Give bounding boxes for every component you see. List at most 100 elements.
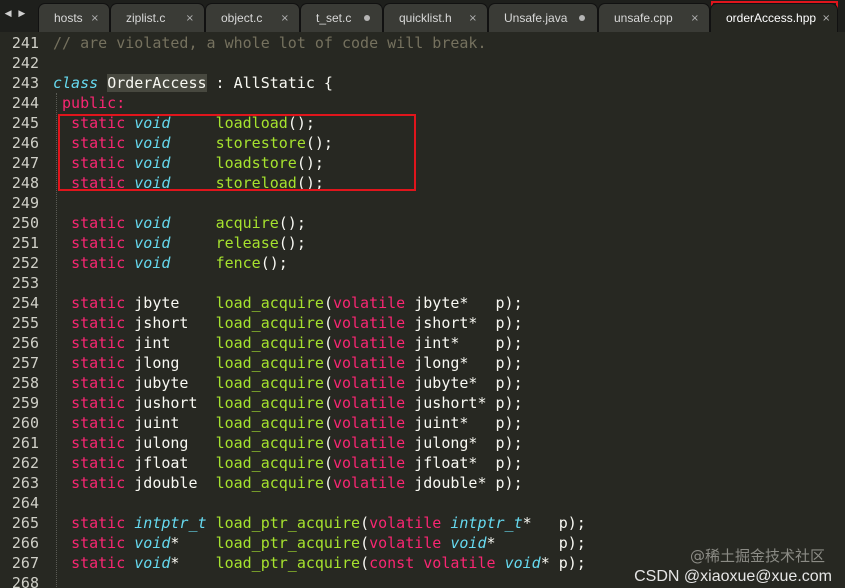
- code-text: static jint load_acquire(volatile jint* …: [53, 333, 523, 353]
- tab-label: quicklist.h: [399, 11, 452, 25]
- code-text: static void* load_ptr_acquire(volatile v…: [53, 533, 586, 553]
- close-icon[interactable]: ×: [186, 13, 194, 24]
- code-token: load_acquire: [215, 294, 324, 312]
- close-icon[interactable]: ×: [469, 13, 477, 24]
- tab-orderaccess-hpp[interactable]: orderAccess.hpp ×: [710, 3, 838, 32]
- code-token: load_acquire: [215, 394, 324, 412]
- code-token: load_acquire: [215, 474, 324, 492]
- code-token: jint: [125, 334, 216, 352]
- code-token: *: [170, 554, 216, 572]
- code-token: load_acquire: [215, 334, 324, 352]
- code-token: (: [323, 474, 333, 492]
- code-text: static void release();: [53, 233, 306, 253]
- line-number: 250: [11, 214, 39, 232]
- code-token: void: [134, 214, 171, 232]
- code-token: (: [360, 534, 370, 552]
- tab-unsafe-java[interactable]: Unsafe.java: [488, 3, 598, 32]
- code-token: static: [71, 454, 126, 472]
- code-token: julong: [125, 434, 216, 452]
- code-token: jubyte: [125, 374, 216, 392]
- code-token: load_acquire: [215, 454, 324, 472]
- code-token: static: [71, 334, 126, 352]
- tab-nav-arrows-icon[interactable]: ◀ ▶: [0, 5, 32, 27]
- tab-unsafe-cpp[interactable]: unsafe.cpp ×: [598, 3, 710, 32]
- code-token: void: [134, 534, 171, 552]
- tab-t-set-c[interactable]: t_set.c: [300, 3, 383, 32]
- code-token: static: [71, 254, 126, 272]
- code-text: static jdouble load_acquire(volatile jdo…: [53, 473, 523, 493]
- code-token: (: [360, 554, 370, 572]
- code-token: static: [71, 434, 126, 452]
- code-token: // are violated, a whole lot of code wil…: [53, 34, 487, 52]
- code-line: 263 static jdouble load_acquire(volatile…: [0, 473, 845, 493]
- close-icon[interactable]: ×: [691, 13, 699, 24]
- code-line: 262 static jfloat load_acquire(volatile …: [0, 453, 845, 473]
- code-line: 244 public:: [0, 93, 845, 113]
- line-number: 253: [11, 274, 39, 292]
- code-token: jshort: [125, 314, 216, 332]
- code-text: class OrderAccess : AllStatic {: [53, 73, 333, 93]
- code-token: static: [71, 354, 126, 372]
- code-line: 241 // are violated, a whole lot of code …: [0, 33, 845, 53]
- code-line: 243 class OrderAccess : AllStatic {: [0, 73, 845, 93]
- code-text: public:: [53, 93, 125, 113]
- code-highlight-box: [58, 114, 416, 191]
- code-token: void: [504, 554, 541, 572]
- line-number: 267: [11, 554, 39, 572]
- code-token: load_ptr_acquire: [215, 554, 361, 572]
- tab-hosts[interactable]: hosts ×: [38, 3, 110, 32]
- line-number: 247: [11, 154, 39, 172]
- code-token: volatile: [332, 434, 406, 452]
- code-token: jint* p);: [405, 334, 523, 352]
- code-token: jbyte: [125, 294, 216, 312]
- close-icon[interactable]: ×: [91, 13, 99, 24]
- code-token: volatile: [332, 354, 406, 372]
- unsaved-dot-icon[interactable]: [364, 15, 370, 21]
- code-token: static: [71, 414, 126, 432]
- code-token: release: [215, 234, 279, 252]
- code-token: jushort: [125, 394, 216, 412]
- line-number: 257: [11, 354, 39, 372]
- code-token: jdouble: [125, 474, 216, 492]
- code-token: julong* p);: [405, 434, 523, 452]
- close-icon[interactable]: ×: [281, 13, 289, 24]
- line-number: 262: [11, 454, 39, 472]
- tab-quicklist-h[interactable]: quicklist.h ×: [383, 3, 488, 32]
- code-line: 260 static juint load_acquire(volatile j…: [0, 413, 845, 433]
- code-token: load_ptr_acquire: [215, 514, 361, 532]
- code-token: juint* p);: [405, 414, 523, 432]
- code-token: load_acquire: [215, 354, 324, 372]
- code-token: static: [71, 234, 126, 252]
- code-text: // are violated, a whole lot of code wil…: [53, 33, 486, 53]
- tab-label: t_set.c: [316, 11, 352, 25]
- code-token: volatile: [369, 534, 442, 552]
- tab-label: ziplist.c: [126, 11, 166, 25]
- code-token: intptr_t: [134, 514, 207, 532]
- line-number: 255: [11, 314, 39, 332]
- code-token: volatile: [369, 514, 442, 532]
- code-token: load_acquire: [215, 414, 324, 432]
- code-token: static: [71, 474, 126, 492]
- code-token: class: [53, 74, 99, 92]
- line-number: 248: [11, 174, 39, 192]
- code-token: (: [323, 334, 333, 352]
- unsaved-dot-icon[interactable]: [579, 15, 585, 21]
- code-token: static: [71, 374, 126, 392]
- tab-ziplist-c[interactable]: ziplist.c ×: [110, 3, 205, 32]
- line-number: 258: [11, 374, 39, 392]
- code-token: static: [71, 554, 126, 572]
- tab-object-c[interactable]: object.c ×: [205, 3, 300, 32]
- line-number: 263: [11, 474, 39, 492]
- code-token: * p);: [540, 554, 586, 572]
- close-icon[interactable]: ×: [822, 13, 830, 24]
- code-text: static jushort load_acquire(volatile jus…: [53, 393, 523, 413]
- line-number: 254: [11, 294, 39, 312]
